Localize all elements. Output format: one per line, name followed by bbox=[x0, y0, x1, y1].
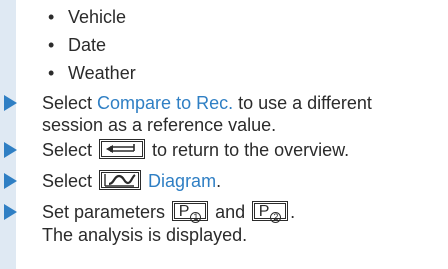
step-back-text: Select to return to the overview. bbox=[42, 139, 349, 161]
parameter-p1-letter: P bbox=[178, 203, 190, 221]
parameter-p2-subscript: 2 bbox=[270, 212, 282, 224]
list-item-label: Vehicle bbox=[68, 7, 127, 27]
parameter-p1-key[interactable]: P1 bbox=[172, 201, 209, 224]
step-compare-prefix: Select bbox=[42, 93, 98, 113]
step-back-prefix: Select bbox=[42, 140, 98, 160]
bullet-list: • Vehicle • Date • Weather bbox=[48, 6, 136, 90]
bullet-icon: • bbox=[48, 35, 55, 55]
step-diagram-text: Select Diagram. bbox=[42, 170, 221, 192]
return-arrow-icon[interactable] bbox=[99, 139, 146, 160]
parameter-p2-key[interactable]: P2 bbox=[252, 201, 289, 224]
step-arrow-icon bbox=[4, 173, 17, 189]
diagram-link[interactable]: Diagram bbox=[148, 171, 216, 191]
diagram-curve-icon[interactable] bbox=[99, 170, 142, 191]
step-params-suffix: . bbox=[290, 202, 296, 222]
parameter-p1-subscript: 1 bbox=[190, 212, 202, 224]
list-item-label: Date bbox=[68, 35, 107, 55]
step-arrow-icon bbox=[4, 95, 17, 111]
step-arrow-icon bbox=[4, 142, 17, 158]
step-params-text: Set parameters P1 and P2. The analysis i… bbox=[42, 201, 295, 246]
step-diagram-suffix: . bbox=[216, 171, 222, 191]
list-item-label: Weather bbox=[68, 63, 136, 83]
step-params-line2: The analysis is displayed. bbox=[42, 225, 248, 246]
list-item: • Date bbox=[48, 34, 136, 62]
bullet-icon: • bbox=[48, 63, 55, 83]
list-item: • Weather bbox=[48, 62, 136, 90]
step-back-suffix: to return to the overview. bbox=[147, 140, 350, 160]
compare-to-rec-link[interactable]: Compare to Rec. bbox=[97, 93, 233, 113]
step-compare-suffix: to use a different bbox=[233, 93, 372, 113]
parameter-p2-letter: P bbox=[258, 203, 270, 221]
step-params-prefix: Set parameters bbox=[42, 202, 171, 222]
step-compare-text: Select Compare to Rec. to use a differen… bbox=[42, 92, 372, 136]
margin-bar bbox=[0, 0, 16, 269]
step-diagram-prefix: Select bbox=[42, 171, 98, 191]
step-params-middle: and bbox=[210, 202, 251, 222]
step-compare-line2: session as a reference value. bbox=[42, 115, 277, 135]
bullet-icon: • bbox=[48, 7, 55, 27]
step-arrow-icon bbox=[4, 204, 17, 220]
list-item: • Vehicle bbox=[48, 6, 136, 34]
